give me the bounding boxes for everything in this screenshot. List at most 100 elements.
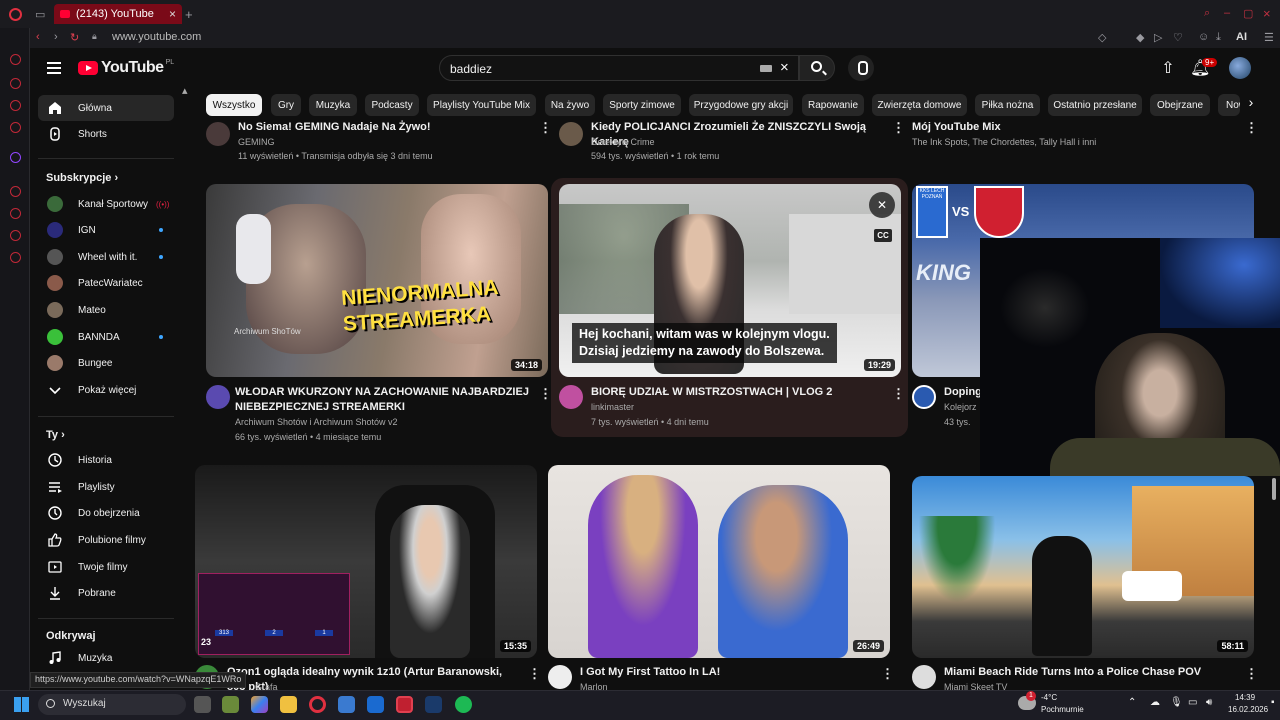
- sidebar-subscription[interactable]: BANNDA: [38, 324, 174, 350]
- more-options-icon[interactable]: ⋮: [539, 120, 552, 136]
- sidebar-app-icon[interactable]: [10, 54, 21, 65]
- video-channel[interactable]: Detektyw Crime: [591, 135, 655, 149]
- chip[interactable]: Sporty zimowe: [603, 94, 681, 116]
- sidebar-item-history[interactable]: Historia: [38, 447, 174, 473]
- new-tab-icon[interactable]: +: [185, 7, 193, 22]
- channel-avatar[interactable]: [206, 385, 230, 409]
- browser-tab-youtube[interactable]: (2143) YouTube ×: [54, 4, 182, 24]
- video-channel[interactable]: Kolejorz: [944, 400, 977, 414]
- page-scrollbar[interactable]: [1272, 478, 1276, 500]
- more-options-icon[interactable]: ⋮: [892, 386, 905, 402]
- channel-avatar[interactable]: [912, 665, 936, 689]
- weather-temp[interactable]: -4°C: [1041, 693, 1057, 702]
- sidebar-item-watch-later[interactable]: Do obejrzenia: [38, 500, 174, 526]
- search-tabs-icon[interactable]: ⌕: [1204, 7, 1210, 20]
- video-thumbnail[interactable]: 23 313 2 1 15:35: [195, 465, 537, 658]
- opera-taskbar-icon[interactable]: [309, 696, 326, 713]
- voice-search-button[interactable]: [848, 55, 874, 81]
- weather-desc[interactable]: Pochmurnie: [1041, 705, 1084, 714]
- ai-button[interactable]: AI: [1236, 31, 1247, 43]
- outlook-icon[interactable]: [367, 696, 384, 713]
- url-text[interactable]: www.youtube.com: [112, 31, 201, 43]
- channel-avatar[interactable]: [548, 665, 572, 689]
- play-icon[interactable]: ▷: [1154, 31, 1162, 44]
- you-heading[interactable]: Ty ›: [46, 429, 65, 441]
- video-thumbnail[interactable]: 58:11: [912, 476, 1254, 658]
- channel-avatar[interactable]: [206, 122, 230, 146]
- video-title[interactable]: Mój YouTube Mix: [912, 120, 1001, 135]
- keyboard-icon[interactable]: [760, 65, 772, 72]
- mute-icon[interactable]: ✕: [869, 192, 895, 218]
- heart-icon[interactable]: ♡: [1173, 31, 1183, 44]
- search-button[interactable]: [799, 55, 835, 81]
- chip-all[interactable]: Wszystko: [206, 94, 262, 116]
- more-options-icon[interactable]: ⋮: [528, 666, 541, 682]
- sidebar-subscription[interactable]: PatecWariatec: [38, 270, 174, 296]
- upload-icon[interactable]: ⇧: [1158, 58, 1178, 78]
- search-input[interactable]: baddiez ×: [439, 55, 799, 81]
- chip[interactable]: Podcasty: [365, 94, 419, 116]
- video-title[interactable]: No Siema! GEMING Nadaje Na Żywo!: [238, 120, 528, 135]
- maximize-icon[interactable]: ▢: [1243, 7, 1253, 20]
- close-tab-icon[interactable]: ×: [169, 7, 176, 21]
- clock-time[interactable]: 14:39: [1235, 693, 1255, 702]
- opera-gx-icon[interactable]: [396, 696, 413, 713]
- tab-list-icon[interactable]: ▭: [35, 8, 45, 21]
- profile-icon[interactable]: ☺: [1198, 31, 1209, 43]
- chip[interactable]: Zwierzęta domowe: [872, 94, 967, 116]
- task-view-icon[interactable]: [194, 696, 211, 713]
- opera-logo-icon[interactable]: [9, 8, 22, 21]
- clear-search-icon[interactable]: ×: [780, 59, 789, 76]
- close-window-icon[interactable]: ×: [1263, 6, 1271, 21]
- spotify-icon[interactable]: [455, 696, 472, 713]
- sidebar-app-icon[interactable]: [10, 78, 21, 89]
- chip[interactable]: Przygodowe gry akcji: [689, 94, 793, 116]
- sidebar-app-icon[interactable]: [10, 186, 21, 197]
- channel-avatar[interactable]: [912, 385, 936, 409]
- sidebar-item-home[interactable]: Główna: [38, 95, 174, 121]
- sidebar-subscription[interactable]: Mateo: [38, 297, 174, 323]
- sidebar-app-icon[interactable]: [10, 122, 21, 133]
- taskbar-search[interactable]: Wyszukaj: [38, 694, 186, 715]
- account-avatar[interactable]: [1229, 57, 1251, 79]
- sidebar-subscription[interactable]: Bungee: [38, 350, 174, 376]
- show-more-button[interactable]: Pokaż więcej: [38, 377, 174, 403]
- chip[interactable]: Gry: [271, 94, 301, 116]
- history-side-icon[interactable]: [10, 208, 21, 219]
- hamburger-menu-icon[interactable]: [47, 62, 61, 74]
- clock-date[interactable]: 16.02.2026: [1228, 705, 1268, 714]
- more-options-icon[interactable]: ⋮: [892, 120, 905, 136]
- chips-next-arrow-icon[interactable]: ›: [1240, 94, 1262, 116]
- chip[interactable]: Now: [1218, 94, 1240, 116]
- sidebar-subscription[interactable]: Wheel with it.: [38, 244, 174, 270]
- video-channel[interactable]: linkimaster: [591, 400, 634, 414]
- video-thumbnail[interactable]: NIENORMALNA STREAMERKA Archiwum ShoTów 3…: [206, 184, 548, 377]
- sidebar-app-icon[interactable]: [10, 100, 21, 111]
- minimize-icon[interactable]: –: [1224, 7, 1230, 19]
- store-icon[interactable]: [338, 696, 355, 713]
- bookmark-icon[interactable]: ◇: [1098, 31, 1106, 44]
- sidebar-scroll-up-icon[interactable]: ▴: [182, 84, 188, 97]
- sidebar-subscription[interactable]: IGN: [38, 217, 174, 243]
- video-thumbnail[interactable]: 26:49: [548, 465, 890, 658]
- sidebar-item-your-videos[interactable]: Twoje filmy: [38, 554, 174, 580]
- chip[interactable]: Obejrzane: [1150, 94, 1210, 116]
- chip[interactable]: Rapowanie: [802, 94, 864, 116]
- sidebar-app-icon[interactable]: [10, 230, 21, 241]
- channel-avatar[interactable]: [559, 122, 583, 146]
- video-title[interactable]: BIORĘ UDZIAŁ W MISTRZOSTWACH | VLOG 2: [591, 385, 871, 400]
- forward-icon[interactable]: ›: [54, 31, 58, 43]
- video-title[interactable]: I Got My First Tattoo In LA!: [580, 665, 872, 680]
- steam-icon[interactable]: [425, 696, 442, 713]
- chip[interactable]: Playlisty YouTube Mix: [427, 94, 536, 116]
- back-icon[interactable]: ‹: [36, 31, 40, 43]
- video-title[interactable]: Miami Beach Ride Turns Into a Police Cha…: [944, 665, 1234, 680]
- sidebar-item-shorts[interactable]: Shorts: [38, 121, 174, 147]
- video-channel[interactable]: The Ink Spots, The Chordettes, Tally Hal…: [912, 135, 1096, 149]
- cloud-icon[interactable]: ☁: [1150, 697, 1160, 708]
- video-channel[interactable]: Archiwum Shotów i Archiwum Shotów v2: [235, 415, 398, 429]
- youtube-logo[interactable]: YouTube PL: [78, 59, 174, 77]
- more-options-icon[interactable]: ⋮: [1245, 120, 1258, 136]
- more-options-icon[interactable]: ⋮: [1245, 666, 1258, 682]
- video-title[interactable]: WŁODAR WKURZONY NA ZACHOWANIE NAJBARDZIE…: [235, 385, 530, 415]
